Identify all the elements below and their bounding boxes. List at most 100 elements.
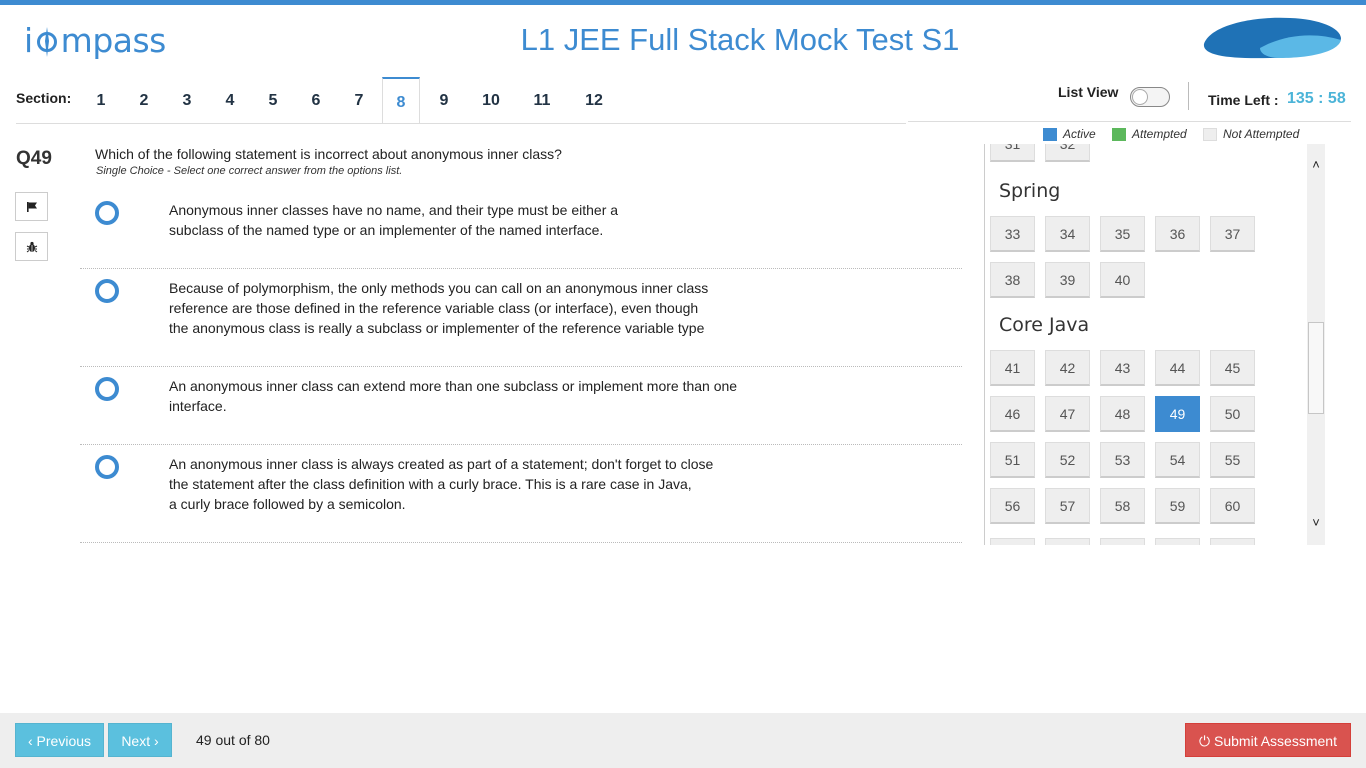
section-tab-2[interactable]: 2 xyxy=(125,77,163,123)
palette-scrollbar[interactable]: ˄ ˅ xyxy=(1307,144,1325,545)
section-label: Section: xyxy=(16,90,72,106)
question-button-36[interactable]: 36 xyxy=(1155,216,1200,252)
chevron-right-icon: › xyxy=(154,733,159,749)
question-button-41[interactable]: 41 xyxy=(990,350,1035,386)
question-button-47[interactable]: 47 xyxy=(1045,396,1090,432)
option-4[interactable]: An anonymous inner class is always creat… xyxy=(80,445,962,543)
list-view-toggle[interactable] xyxy=(1130,87,1170,107)
option-text: An anonymous inner class can extend more… xyxy=(169,378,738,414)
report-bug-button[interactable] xyxy=(15,232,48,261)
question-button-hidden[interactable] xyxy=(990,538,1035,545)
question-button-45[interactable]: 45 xyxy=(1210,350,1255,386)
question-number: Q49 xyxy=(16,148,52,169)
question-button-54[interactable]: 54 xyxy=(1155,442,1200,478)
previous-label: Previous xyxy=(36,733,92,749)
page-title: L1 JEE Full Stack Mock Test S1 xyxy=(520,22,960,57)
next-button[interactable]: Next › xyxy=(108,723,172,757)
palette-category-title: Core Java xyxy=(999,314,1090,336)
brand-wave-icon xyxy=(1203,17,1341,59)
question-hint: Single Choice - Select one correct answe… xyxy=(96,165,403,177)
section-tab-10[interactable]: 10 xyxy=(470,77,512,123)
top-accent-bar xyxy=(0,0,1366,5)
question-button-59[interactable]: 59 xyxy=(1155,488,1200,524)
chevron-left-icon: ‹ xyxy=(27,733,33,749)
question-button-40[interactable]: 40 xyxy=(1100,262,1145,298)
section-tab-5[interactable]: 5 xyxy=(254,77,292,123)
legend-not-attempted-label: Not Attempted xyxy=(1223,127,1300,141)
bug-icon xyxy=(26,241,37,252)
question-button-33[interactable]: 33 xyxy=(990,216,1035,252)
question-button-35[interactable]: 35 xyxy=(1100,216,1145,252)
section-tab-9[interactable]: 9 xyxy=(425,77,463,123)
section-tab-11[interactable]: 11 xyxy=(521,77,563,123)
option-text: Anonymous inner classes have no name, an… xyxy=(169,202,619,238)
section-tab-1[interactable]: 1 xyxy=(82,77,120,123)
question-button-50[interactable]: 50 xyxy=(1210,396,1255,432)
vertical-divider xyxy=(1188,82,1189,110)
question-button-34[interactable]: 34 xyxy=(1045,216,1090,252)
question-button-49[interactable]: 49 xyxy=(1155,396,1200,432)
time-left-value: 135 : 58 xyxy=(1287,90,1346,107)
scroll-up-icon[interactable]: ˄ xyxy=(1307,156,1325,174)
question-button-56[interactable]: 56 xyxy=(990,488,1035,524)
legend-attempted-label: Attempted xyxy=(1132,127,1187,141)
legend-not-attempted: Not Attempted xyxy=(1203,127,1299,141)
option-radio[interactable] xyxy=(95,201,119,225)
question-button-51[interactable]: 51 xyxy=(990,442,1035,478)
scroll-down-icon[interactable]: ˅ xyxy=(1307,514,1325,532)
footer-bar: ‹ Previous Next › 49 out of 80 ⏻ Submit … xyxy=(0,713,1366,768)
option-radio[interactable] xyxy=(95,377,119,401)
question-button-52[interactable]: 52 xyxy=(1045,442,1090,478)
question-button-32[interactable]: 32 xyxy=(1045,144,1090,162)
question-button-hidden[interactable] xyxy=(1210,538,1255,545)
palette-category-title: Spring xyxy=(999,180,1061,202)
submit-assessment-button[interactable]: ⏻ Submit Assessment xyxy=(1185,723,1351,757)
section-tab-4[interactable]: 4 xyxy=(211,77,249,123)
section-tab-8[interactable]: 8 xyxy=(382,77,420,124)
question-button-60[interactable]: 60 xyxy=(1210,488,1255,524)
question-button-38[interactable]: 38 xyxy=(990,262,1035,298)
question-text: Which of the following statement is inco… xyxy=(95,146,562,162)
question-button-37[interactable]: 37 xyxy=(1210,216,1255,252)
scroll-thumb[interactable] xyxy=(1308,322,1324,414)
attempted-swatch xyxy=(1112,127,1126,141)
previous-button[interactable]: ‹ Previous xyxy=(15,723,104,757)
option-3[interactable]: An anonymous inner class can extend more… xyxy=(80,367,962,445)
question-button-hidden[interactable] xyxy=(1045,538,1090,545)
question-button-58[interactable]: 58 xyxy=(1100,488,1145,524)
section-tab-7[interactable]: 7 xyxy=(340,77,378,123)
question-button-55[interactable]: 55 xyxy=(1210,442,1255,478)
section-divider xyxy=(16,123,906,124)
question-button-46[interactable]: 46 xyxy=(990,396,1035,432)
question-button-39[interactable]: 39 xyxy=(1045,262,1090,298)
next-label: Next xyxy=(121,733,151,749)
question-button-48[interactable]: 48 xyxy=(1100,396,1145,432)
question-button-hidden[interactable] xyxy=(1155,538,1200,545)
toggle-knob xyxy=(1132,89,1148,105)
question-button-53[interactable]: 53 xyxy=(1100,442,1145,478)
active-swatch xyxy=(1043,127,1057,141)
question-button-44[interactable]: 44 xyxy=(1155,350,1200,386)
option-2[interactable]: Because of polymorphism, the only method… xyxy=(80,269,962,367)
submit-label: Submit Assessment xyxy=(1214,733,1337,749)
section-tab-6[interactable]: 6 xyxy=(297,77,335,123)
question-button-hidden[interactable] xyxy=(1100,538,1145,545)
option-radio[interactable] xyxy=(95,455,119,479)
section-tab-3[interactable]: 3 xyxy=(168,77,206,123)
question-button-42[interactable]: 42 xyxy=(1045,350,1090,386)
question-palette: 31 32 Spring 33 34 35 36 37 38 39 40 Core Java 41 42 4… xyxy=(984,144,1325,545)
controls-divider xyxy=(908,121,1351,122)
option-text: Because of polymorphism, the only method… xyxy=(169,280,709,336)
question-progress: 49 out of 80 xyxy=(196,732,270,748)
question-button-43[interactable]: 43 xyxy=(1100,350,1145,386)
question-button-31[interactable]: 31 xyxy=(990,144,1035,162)
flag-button[interactable] xyxy=(15,192,48,221)
legend-attempted: Attempted xyxy=(1112,127,1187,141)
legend-active-label: Active xyxy=(1063,127,1096,141)
question-button-57[interactable]: 57 xyxy=(1045,488,1090,524)
option-1[interactable]: Anonymous inner classes have no name, an… xyxy=(80,188,962,269)
option-radio[interactable] xyxy=(95,279,119,303)
not-attempted-swatch xyxy=(1203,127,1217,141)
section-tab-12[interactable]: 12 xyxy=(573,77,615,123)
legend-active: Active xyxy=(1043,127,1096,141)
